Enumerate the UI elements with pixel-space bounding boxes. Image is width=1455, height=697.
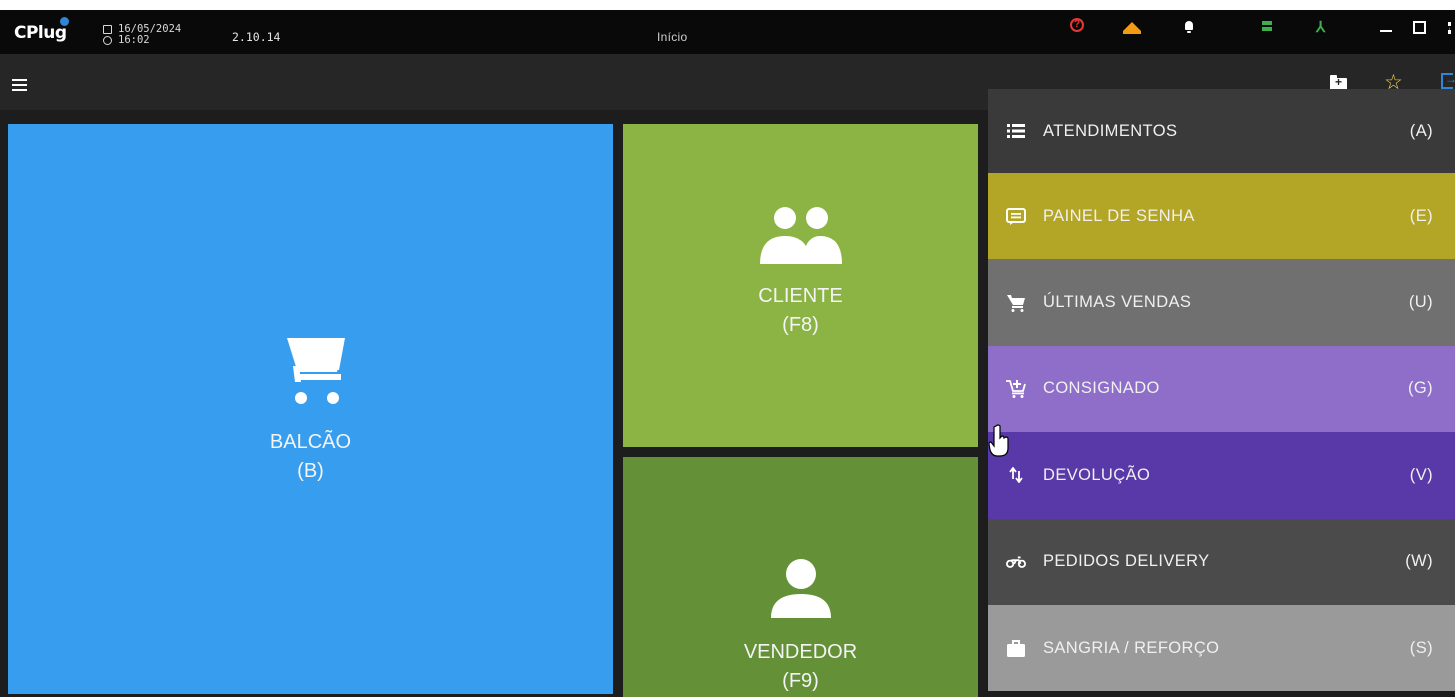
- tile-vendedor[interactable]: VENDEDOR (F9): [623, 457, 978, 697]
- menu-item-label: ÚLTIMAS VENDAS: [1043, 293, 1192, 312]
- menu-item-atendimentos[interactable]: ATENDIMENTOS (A): [988, 89, 1455, 173]
- balcao-shortcut: (B): [297, 460, 324, 482]
- menu-item-shortcut: (G): [1407, 379, 1433, 398]
- vendedor-label: VENDEDOR: [743, 641, 858, 663]
- calendar-icon: [103, 25, 112, 34]
- menu-item-consignado[interactable]: CONSIGNADO (G): [988, 345, 1455, 433]
- menu-item-shortcut: (U): [1408, 293, 1433, 312]
- menu-item-label: DEVOLUÇÃO: [1043, 465, 1151, 484]
- person-icon: [770, 559, 831, 618]
- maximize-button[interactable]: [1413, 21, 1426, 34]
- help-icon[interactable]: ?: [1070, 18, 1084, 32]
- logout-icon[interactable]: [1441, 72, 1455, 89]
- datetime: 16/05/2024 16:02: [103, 24, 181, 46]
- menu-item-label: CONSIGNADO: [1043, 379, 1160, 398]
- quick-actions-menu: ATENDIMENTOS (A) PAINEL DE SENHA (E) ÚLTIMAS…: [988, 89, 1455, 692]
- menu-item-shortcut: (V): [1409, 465, 1433, 484]
- menu-item-painel-de-senha[interactable]: PAINEL DE SENHA (E): [988, 173, 1455, 260]
- server-icon[interactable]: [1262, 21, 1272, 32]
- menu-item-ultimas-vendas[interactable]: ÚLTIMAS VENDAS (U): [988, 259, 1455, 346]
- clock-icon: [103, 36, 112, 45]
- group-people-icon: [759, 206, 842, 264]
- cart-plus-icon: [1006, 379, 1026, 399]
- menu-item-shortcut: (W): [1405, 552, 1433, 571]
- cloud-sync-icon[interactable]: [1123, 22, 1141, 34]
- motorcycle-icon: [1006, 552, 1026, 572]
- menu-item-pedidos-delivery[interactable]: PEDIDOS DELIVERY (W): [988, 518, 1455, 605]
- menu-item-label: PEDIDOS DELIVERY: [1043, 552, 1210, 571]
- menu-item-shortcut: (A): [1409, 122, 1433, 140]
- menu-item-label: PAINEL DE SENHA: [1043, 206, 1195, 225]
- swap-arrows-icon: [1006, 465, 1026, 485]
- hamburger-menu-icon[interactable]: [12, 79, 27, 91]
- time-text: 16:02: [118, 34, 150, 46]
- menu-item-sangria-reforco[interactable]: SANGRIA / REFORÇO (S): [988, 604, 1455, 692]
- cplug-logo: CPlug: [14, 17, 69, 43]
- menu-item-shortcut: (E): [1409, 206, 1433, 225]
- list-icon: [1006, 121, 1026, 141]
- menu-item-shortcut: (S): [1409, 638, 1433, 657]
- title-bar: CPlug 16/05/2024 16:02 2.10.14 Início: [0, 10, 1455, 54]
- hand-cursor-icon: [988, 424, 1009, 457]
- briefcase-icon: [1006, 638, 1026, 658]
- balcao-label: BALCÃO: [269, 431, 352, 453]
- network-icon[interactable]: ⅄: [1316, 18, 1325, 36]
- screen-top-edge: [0, 0, 1455, 10]
- tile-balcao[interactable]: BALCÃO (B): [8, 124, 613, 694]
- version-text: 2.10.14: [232, 30, 281, 44]
- bell-icon[interactable]: [1185, 21, 1193, 33]
- shopping-cart-icon: [276, 338, 345, 404]
- window-more-icon[interactable]: [1448, 22, 1454, 34]
- cliente-label: CLIENTE: [758, 284, 843, 307]
- cart-icon: [1006, 293, 1026, 313]
- cliente-shortcut: (F8): [782, 313, 819, 336]
- menu-item-devolucao[interactable]: DEVOLUÇÃO (V): [988, 432, 1455, 519]
- window-title: Início: [657, 30, 688, 44]
- tile-cliente[interactable]: CLIENTE (F8): [623, 124, 978, 447]
- menu-item-label: ATENDIMENTOS: [1043, 122, 1178, 140]
- minimize-button[interactable]: [1380, 30, 1392, 32]
- menu-item-label: SANGRIA / REFORÇO: [1043, 638, 1220, 657]
- ticket-panel-icon: [1006, 206, 1026, 226]
